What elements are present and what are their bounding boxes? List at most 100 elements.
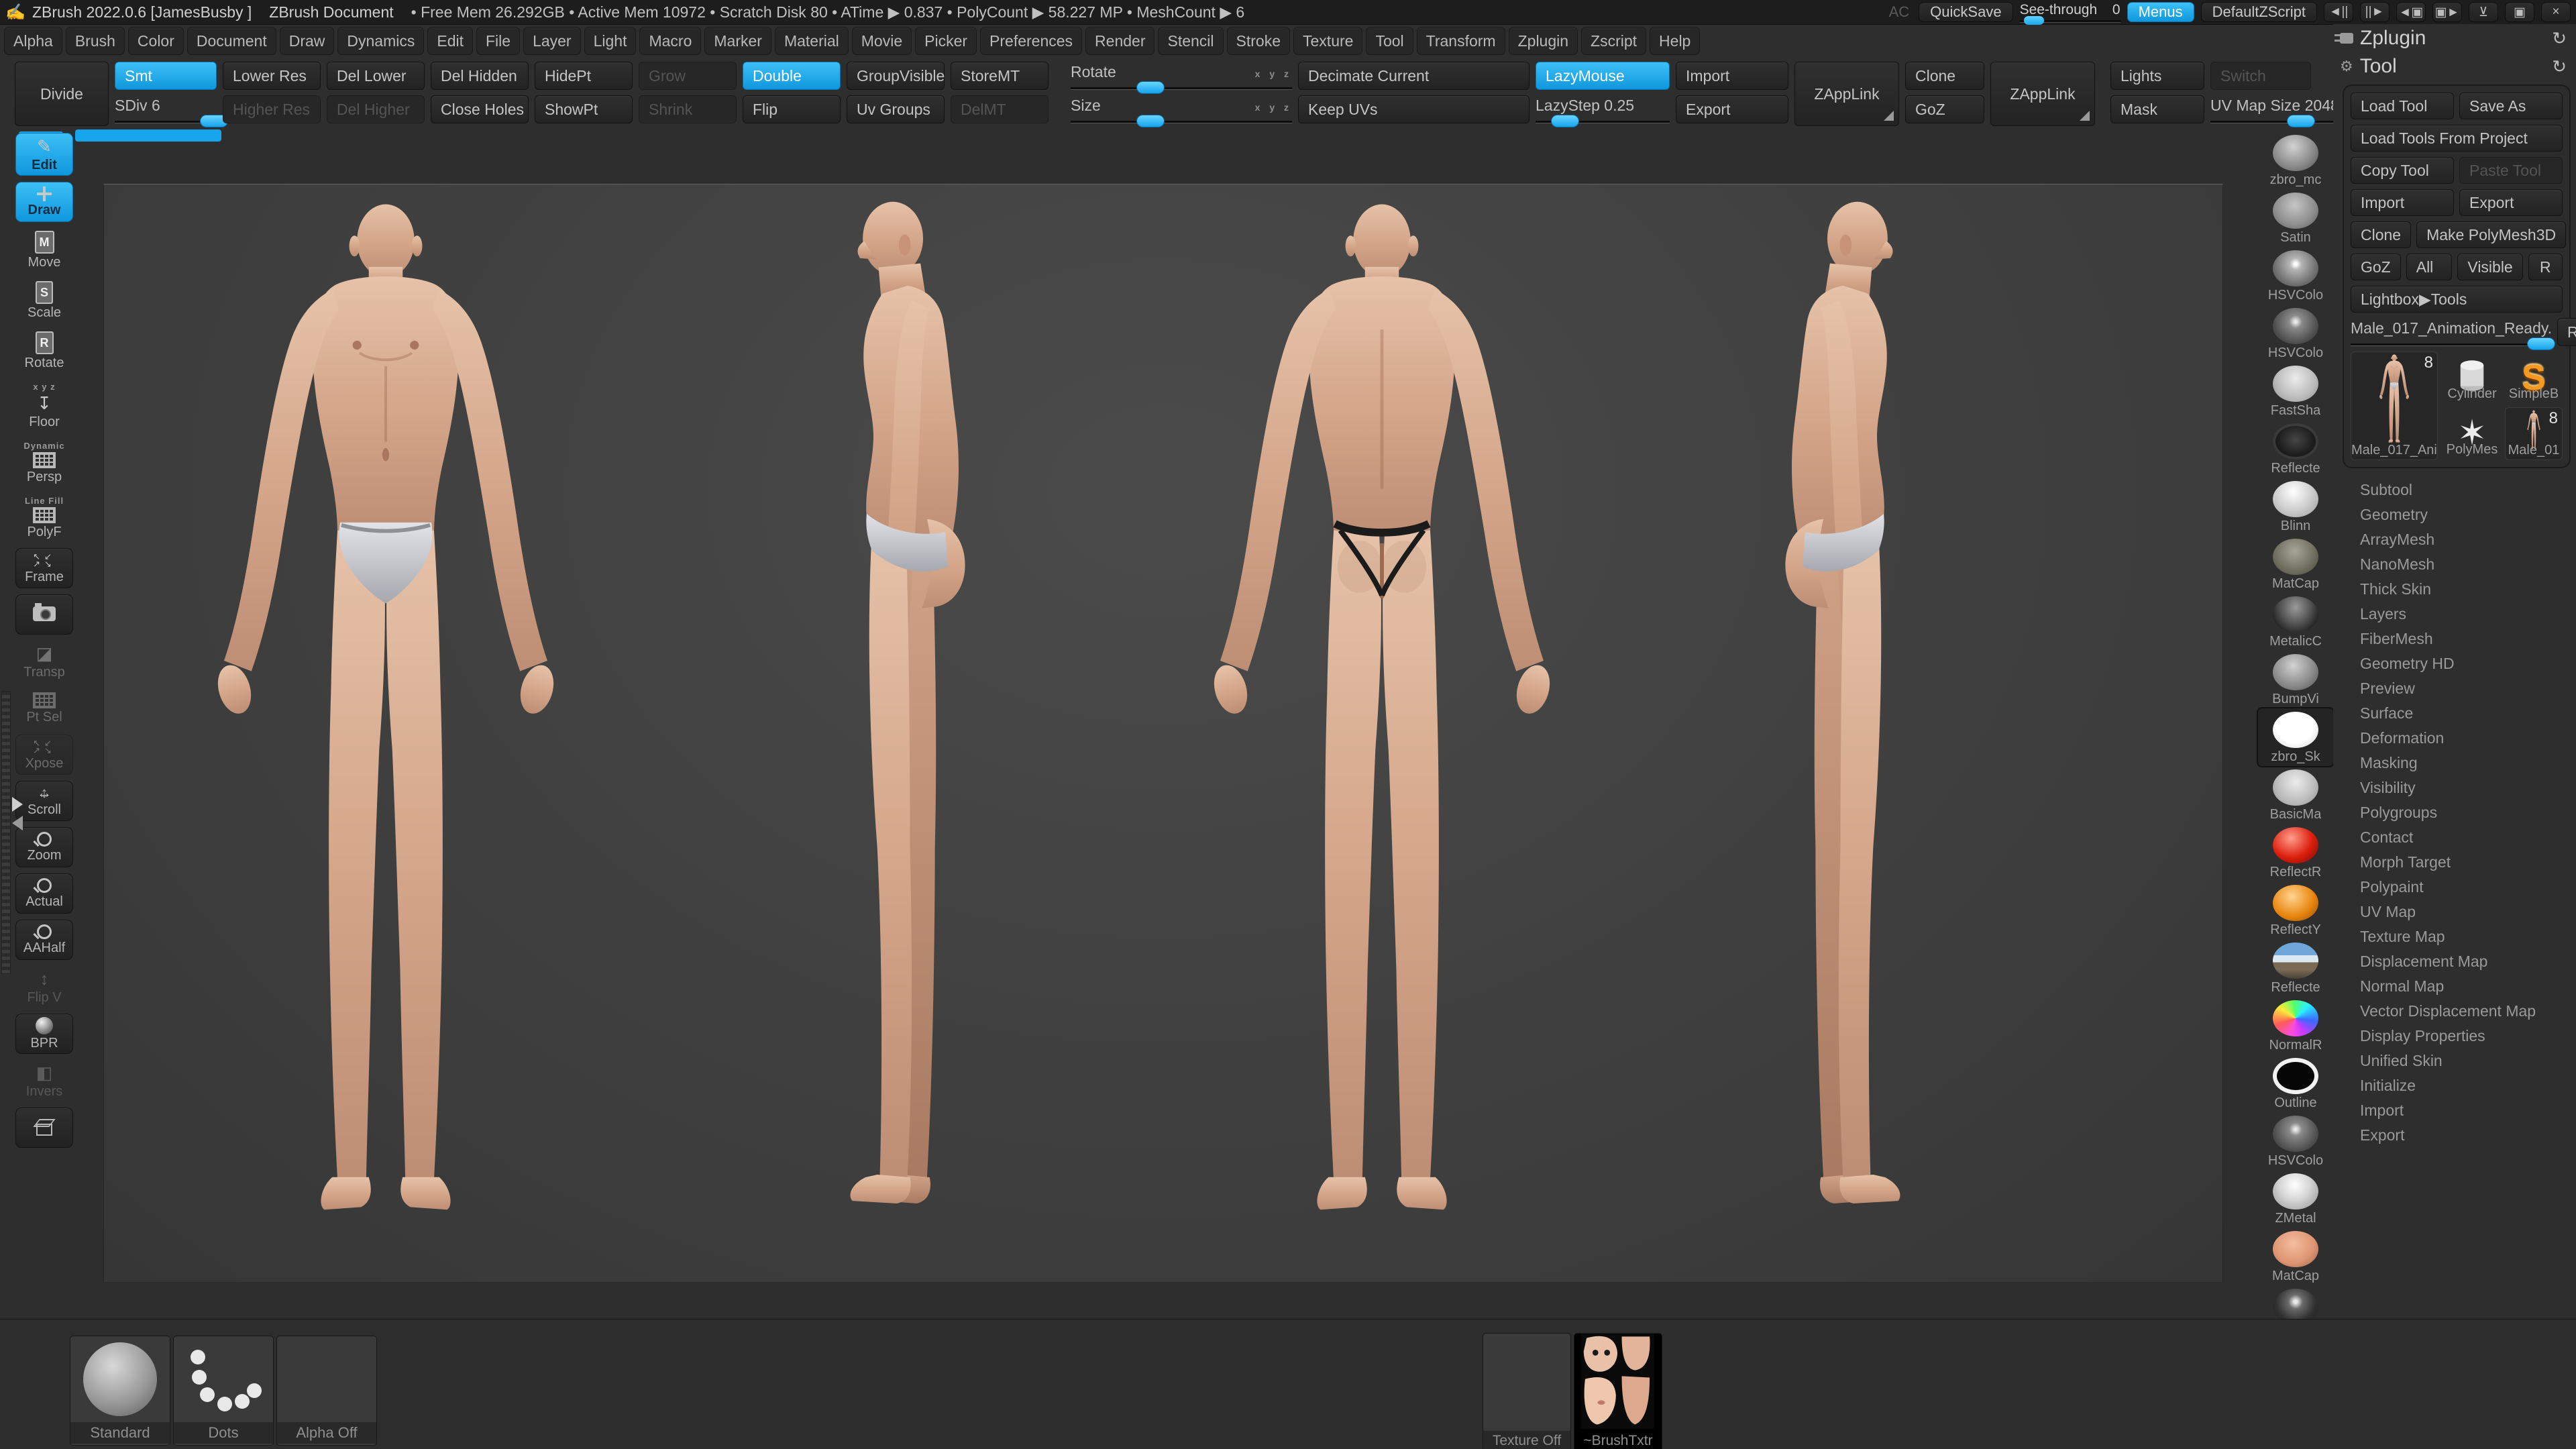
lazystep-thumb[interactable] (1552, 115, 1578, 127)
left-tool-button[interactable]: Scroll (15, 781, 73, 821)
xyz-label[interactable]: x y z (1255, 68, 1292, 79)
tool-thumbnail[interactable]: S SimpleB (2505, 352, 2563, 403)
doc-scroll-bar[interactable] (75, 129, 221, 142)
left-tool-button[interactable]: M Move (18, 228, 70, 272)
goz-button[interactable]: GoZ (2351, 254, 2401, 280)
menu-item[interactable]: Movie (851, 27, 912, 55)
tool-section-item[interactable]: Visibility (2360, 775, 2576, 800)
tool-section-item[interactable]: Export (2360, 1123, 2576, 1148)
tool-thumbnail[interactable]: Cylinder (2443, 352, 2501, 403)
see-through-track[interactable] (2019, 15, 2121, 25)
tool-section-item[interactable]: Vector Displacement Map (2360, 999, 2576, 1024)
lights-button[interactable]: Lights (2110, 62, 2204, 90)
menu-item[interactable]: Draw (279, 27, 335, 55)
sculpt-canvas[interactable] (103, 184, 2223, 1283)
tool-r-button[interactable]: R (2557, 318, 2576, 346)
material-item[interactable]: BumpVi (2258, 651, 2333, 708)
tool-section-item[interactable]: Texture Map (2360, 924, 2576, 949)
tool-section-item[interactable]: Morph Target (2360, 850, 2576, 875)
tool-clone-button[interactable]: Clone (2351, 221, 2412, 248)
tool-section-item[interactable]: Contact (2360, 825, 2576, 850)
tool-thumbnail[interactable]: 8 Male_01 (2505, 407, 2563, 460)
current-tool-slider[interactable]: Male_017_Animation_Ready. (2351, 319, 2555, 350)
sdiv-slider[interactable]: SDiv 6 (115, 95, 227, 127)
tool-section-item[interactable]: Unified Skin (2360, 1049, 2576, 1073)
left-scrollbar[interactable] (1, 691, 11, 974)
material-item[interactable]: MetalicC (2258, 593, 2333, 651)
left-tool-button[interactable]: S Scale (18, 278, 70, 323)
menu-item[interactable]: Help (1650, 27, 1701, 55)
divide-button[interactable]: Divide (15, 62, 109, 126)
clone-button[interactable]: Clone (1905, 62, 1984, 90)
menus-toggle-button[interactable]: Menus (2127, 2, 2194, 22)
quicksave-button[interactable]: QuickSave (1919, 2, 2013, 22)
menu-item[interactable]: Document (186, 27, 276, 55)
material-item[interactable]: HSVColo (2258, 305, 2333, 362)
menu-item[interactable]: File (476, 27, 521, 55)
dock-right-icon[interactable]: ||► (2360, 2, 2390, 22)
goz-button[interactable]: GoZ (1905, 95, 1984, 123)
shelf-button[interactable]: ShowPt (535, 95, 633, 123)
tool-section-item[interactable]: NanoMesh (2360, 552, 2576, 577)
rotate-slider[interactable]: Rotate x y z (1071, 62, 1292, 93)
panel-collapse-left-icon[interactable]: ◄▣ (2396, 2, 2426, 22)
menu-item[interactable]: Light (584, 27, 637, 55)
zplugin-header[interactable]: Zplugin ↻ (2333, 24, 2576, 52)
material-item[interactable]: NormalR (2258, 997, 2333, 1055)
material-item[interactable]: Satin (2258, 189, 2333, 247)
material-item[interactable]: MatCap (2258, 1228, 2333, 1285)
keep-uvs-button[interactable]: Keep UVs (1298, 95, 1529, 123)
alpha-selector[interactable]: Alpha Off (276, 1336, 377, 1446)
uv-map-size-thumb[interactable] (2288, 115, 2315, 127)
goz-r-button[interactable]: R (2528, 254, 2563, 280)
left-scroll-arrows[interactable] (12, 797, 23, 830)
brush-texture-thumbnail[interactable]: ~BrushTxtr (1574, 1333, 1662, 1449)
left-tool-button[interactable]: x y z ↧ Floor (18, 379, 70, 432)
left-tool-button[interactable]: ✎ Edit (15, 133, 73, 176)
panel-collapse-right-icon[interactable]: ▣► (2432, 2, 2462, 22)
scroll-right-icon[interactable] (12, 797, 23, 812)
left-tool-button[interactable]: Line Fill PolyF (18, 493, 70, 542)
left-tool-button[interactable]: Xpose (15, 735, 73, 775)
size-thumb[interactable] (1137, 115, 1164, 127)
material-item[interactable]: zbro_mc (2258, 131, 2333, 189)
material-item[interactable]: HSVColo (2258, 1112, 2333, 1170)
smt-button[interactable]: Smt (115, 62, 217, 90)
tool-section-item[interactable]: Preview (2360, 676, 2576, 701)
menu-item[interactable]: Material (774, 27, 849, 55)
lightbox-tools-button[interactable]: Lightbox▶Tools (2351, 286, 2563, 313)
restore-icon[interactable]: ▣ (2505, 2, 2534, 22)
tool-section-item[interactable]: Geometry (2360, 502, 2576, 527)
lazymouse-button[interactable]: LazyMouse (1536, 62, 1670, 90)
make-polymesh3d-button[interactable]: Make PolyMesh3D (2416, 221, 2567, 248)
scroll-left-icon[interactable] (12, 816, 23, 830)
paste-tool-button[interactable]: Paste Tool (2459, 157, 2563, 184)
switch-button[interactable]: Switch (2210, 62, 2311, 90)
active-tool-thumbnail[interactable]: 8 Male_017_Anima (2351, 352, 2438, 460)
shelf-button[interactable]: StoreMT (951, 62, 1049, 90)
export-button[interactable]: Export (1676, 95, 1788, 123)
zapplink-button-2[interactable]: ZAppLink (1990, 62, 2095, 126)
tool-section-item[interactable]: Thick Skin (2360, 577, 2576, 602)
reset-icon[interactable]: ↻ (2552, 56, 2567, 77)
material-item[interactable]: Blinn (2258, 478, 2333, 535)
import-button[interactable]: Import (1676, 62, 1788, 90)
menu-item[interactable]: Stroke (1226, 27, 1291, 55)
left-tool-button[interactable]: ◪ Transp (18, 641, 70, 682)
close-icon[interactable]: × (2541, 2, 2571, 22)
stroke-selector[interactable]: Dots (173, 1336, 274, 1446)
menu-item[interactable]: Edit (427, 27, 473, 55)
menu-item[interactable]: Zscript (1581, 27, 1647, 55)
left-tool-button[interactable]: ◧ Invers (18, 1060, 70, 1102)
shelf-button[interactable]: HidePt (535, 62, 633, 90)
material-item[interactable]: BasicMa (2258, 766, 2333, 824)
menu-item[interactable]: Layer (523, 27, 581, 55)
tool-section-item[interactable]: Initialize (2360, 1073, 2576, 1098)
tool-thumbnail[interactable]: ✶ PolyMes (2443, 407, 2501, 459)
tool-header[interactable]: ⚙ Tool ↻ (2333, 52, 2576, 80)
shelf-button[interactable]: Lower Res (223, 62, 321, 90)
size-slider[interactable]: Size x y z (1071, 95, 1292, 127)
left-tool-button[interactable]: Pt Sel (18, 688, 70, 729)
shelf-button[interactable]: Double (743, 62, 841, 90)
save-as-button[interactable]: Save As (2459, 93, 2563, 119)
